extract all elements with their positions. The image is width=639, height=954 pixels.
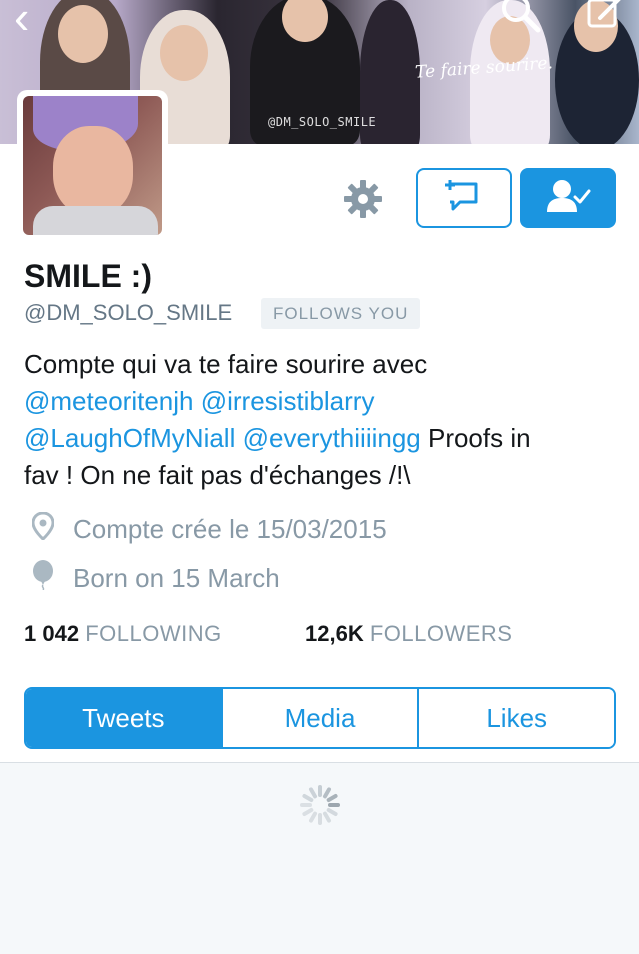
profile-avatar[interactable] xyxy=(17,90,168,241)
bio-text: Proofs in xyxy=(420,423,531,453)
profile-bio: Compte qui va te faire sourire avec @met… xyxy=(24,346,624,494)
location-pin-icon xyxy=(28,511,58,547)
follows-you-badge: FOLLOWS YOU xyxy=(261,298,421,329)
balloon-icon xyxy=(28,560,58,597)
mention-link[interactable]: @LaughOfMyNiall xyxy=(24,423,235,453)
tab-tweets[interactable]: Tweets xyxy=(26,689,221,747)
avatar-photo xyxy=(23,96,162,235)
following-check-icon xyxy=(545,178,591,219)
compose-icon[interactable] xyxy=(586,0,626,38)
tab-likes[interactable]: Likes xyxy=(417,689,614,747)
location-text: Compte crée le 15/03/2015 xyxy=(73,514,387,544)
bio-text: fav ! On ne fait pas d'échanges /!\ xyxy=(24,460,411,490)
chevron-left-icon[interactable]: ‹ xyxy=(14,0,29,40)
mention-link[interactable]: @irresistiblarry xyxy=(201,386,375,416)
tab-media[interactable]: Media xyxy=(220,689,418,747)
followers-stat[interactable]: 12,6K FOLLOWERS xyxy=(305,621,512,647)
direct-message-button[interactable] xyxy=(416,168,512,228)
following-count: 1 042 xyxy=(24,621,80,646)
loading-spinner-icon xyxy=(298,783,342,827)
birthday-row: Born on 15 March xyxy=(28,560,280,597)
profile-tabs: Tweets Media Likes xyxy=(24,687,616,749)
bio-text: Compte qui va te faire sourire avec xyxy=(24,349,428,379)
following-label: FOLLOWING xyxy=(85,621,222,646)
mention-link[interactable]: @meteoritenjh xyxy=(24,386,193,416)
location-row: Compte crée le 15/03/2015 xyxy=(28,511,387,547)
following-button[interactable] xyxy=(520,168,616,228)
birthday-text: Born on 15 March xyxy=(73,563,280,593)
followers-count: 12,6K xyxy=(305,621,364,646)
banner-watermark: @DM_SOLO_SMILE xyxy=(268,115,377,129)
display-name: SMILE :) xyxy=(24,258,152,294)
following-stat[interactable]: 1 042 FOLLOWING xyxy=(24,621,222,647)
mention-link[interactable]: @everythiiiingg xyxy=(243,423,421,453)
direct-message-icon xyxy=(444,178,484,219)
profile-handle: @DM_SOLO_SMILE xyxy=(24,300,233,325)
gear-icon[interactable] xyxy=(342,178,384,220)
search-icon[interactable] xyxy=(498,0,542,42)
banner-face xyxy=(160,25,208,81)
banner-face xyxy=(58,5,108,63)
followers-label: FOLLOWERS xyxy=(369,621,513,646)
